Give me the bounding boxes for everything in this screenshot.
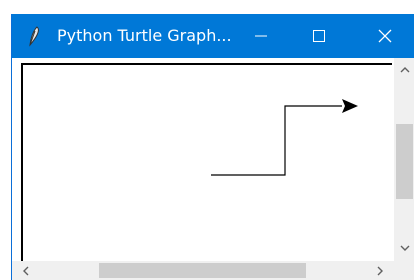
scroll-right-button[interactable] xyxy=(366,261,394,280)
vertical-scrollbar[interactable] xyxy=(394,58,414,261)
close-button[interactable] xyxy=(362,14,407,58)
maximize-icon xyxy=(312,30,325,42)
title-bar[interactable]: Python Turtle Graph... xyxy=(12,14,414,58)
chevron-up-icon xyxy=(400,67,409,73)
minimize-button[interactable] xyxy=(238,14,283,58)
chevron-right-icon xyxy=(377,266,383,275)
chevron-left-icon xyxy=(23,266,29,275)
horizontal-scrollbar[interactable] xyxy=(12,261,394,280)
turtle-path xyxy=(211,105,342,176)
vertical-scroll-thumb[interactable] xyxy=(396,124,413,199)
scroll-left-button[interactable] xyxy=(12,261,40,280)
close-icon xyxy=(378,29,391,43)
turtle-window: Python Turtle Graph... xyxy=(11,14,414,280)
window-title: Python Turtle Graph... xyxy=(57,26,232,45)
turtle-arrow-icon xyxy=(342,99,358,113)
turtle-drawing xyxy=(211,99,358,176)
turtle-canvas[interactable] xyxy=(12,58,392,261)
chevron-down-icon xyxy=(400,245,409,251)
scroll-down-button[interactable] xyxy=(394,236,414,260)
scroll-up-button[interactable] xyxy=(394,58,414,82)
minimize-icon xyxy=(254,35,267,37)
maximize-button[interactable] xyxy=(296,14,341,58)
horizontal-scroll-thumb[interactable] xyxy=(99,263,306,278)
feather-icon xyxy=(22,24,46,48)
scrollbar-corner xyxy=(394,261,414,280)
